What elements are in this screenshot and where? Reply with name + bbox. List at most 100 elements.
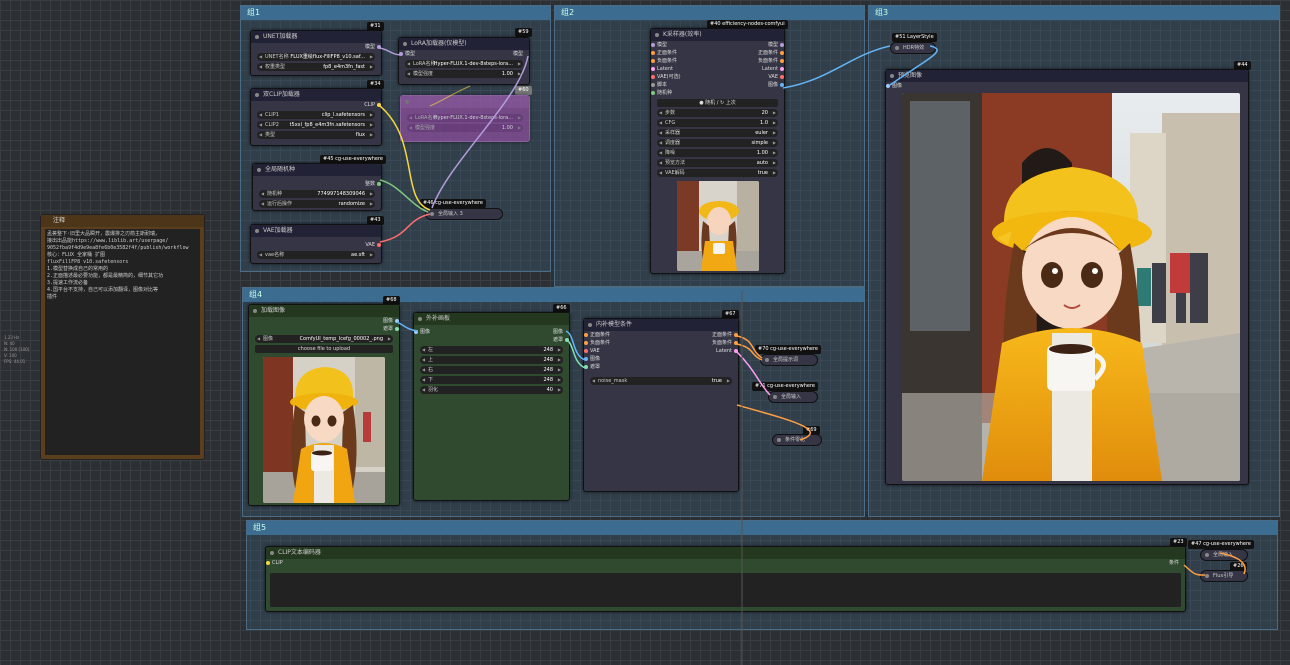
ksampler-widget[interactable]: 采样器euler xyxy=(657,129,778,137)
image-file-widget[interactable]: 图像ComfyUI_temp_lcefg_00002_.png xyxy=(255,335,393,343)
node-title: 加载图像 xyxy=(249,305,399,317)
pad-widget[interactable]: 羽化40 xyxy=(420,386,563,394)
node-badge: #71 cg-use-everywhere xyxy=(752,382,819,391)
output-mask[interactable]: 遮罩 xyxy=(414,336,569,344)
clip-text-encode-node[interactable]: CLIP文本编码器 CLIP 条件 xyxy=(265,546,1186,612)
note-node[interactable]: 注释 孟荟整下·旧里大品瞬开，震爆排之刃箭主斯耐瑞， 接出出品能https://… xyxy=(40,214,205,460)
control-after-generate-widget[interactable]: 运行后操作randomize xyxy=(259,200,375,208)
inpaint-input-port[interactable]: 负面条件 负面条件 xyxy=(584,339,738,347)
pad-widget[interactable]: 下248 xyxy=(420,376,563,384)
ksampler-widget[interactable]: 步数20 xyxy=(657,109,778,117)
pad-widgets: 左248 上248 右248 下248 羽化40 xyxy=(414,346,569,394)
inpaint-input-port[interactable]: 图像 xyxy=(584,355,738,363)
output-vae[interactable]: VAE xyxy=(251,241,381,249)
input-image-preview xyxy=(263,357,385,503)
model-strength-widget[interactable]: 模型强度1.00 xyxy=(407,124,523,132)
preview-thumbnail xyxy=(677,181,759,271)
seed-widget[interactable]: 随机种774997148309046 xyxy=(259,190,375,198)
weight-type-widget[interactable]: 权重类型fp8_e4m3fn_fast xyxy=(257,63,375,71)
inpaint-input-port[interactable]: 正面条件 正面条件 xyxy=(584,331,738,339)
inpaint-input-port[interactable]: VAE Latent xyxy=(584,347,738,355)
inpaint-input-port[interactable]: 遮罩 xyxy=(584,363,738,371)
inpaint-model-conditioning-node[interactable]: 内补模型条件 正面条件正面条件负面条件负面条件VAELatent图像遮罩 noi… xyxy=(583,318,739,492)
node-title: 双CLIP加载器 xyxy=(251,89,381,101)
node-badge: #59 xyxy=(515,28,532,37)
preview-image-node[interactable]: 预览图像 图像 xyxy=(885,69,1249,485)
pad-image-for-outpaint-node[interactable]: 外补画板 图像图像 遮罩 左248 上248 右248 下248 羽化40 xyxy=(413,312,570,501)
ksampler-preview-image xyxy=(677,181,759,271)
output-model[interactable]: 模型 xyxy=(251,43,381,51)
preview-output-image xyxy=(902,93,1240,481)
anything-everywhere-node[interactable]: 全局输入 3 xyxy=(425,208,503,220)
prompt-textarea[interactable] xyxy=(270,573,1181,607)
ksampler-port-row[interactable]: 脚本 图像 xyxy=(651,81,784,89)
seed-random-button[interactable]: ● 随机 / ↻ 上次 xyxy=(657,99,778,107)
node-badge: #51 LayerStyle xyxy=(892,33,937,42)
pad-widget[interactable]: 左248 xyxy=(420,346,563,354)
ksampler-port-row[interactable]: 模型 模型 xyxy=(651,41,784,49)
node-title: 外补画板 xyxy=(414,313,569,325)
node-title: 内补模型条件 xyxy=(584,319,738,331)
dual-clip-loader-node[interactable]: 双CLIP加载器 CLIP CLIP1clip_l.safetensors CL… xyxy=(250,88,382,146)
node-title: 全局随机种 xyxy=(253,164,381,176)
input-clip[interactable]: CLIP 条件 xyxy=(266,559,1185,567)
unet-loader-node[interactable]: UNET加载器 模型 UNET名称FLUX重绘flux-FillFP8_v10.… xyxy=(250,30,382,76)
group-title: 组1 xyxy=(241,6,550,20)
ksampler-port-row[interactable]: VAE(可选) VAE xyxy=(651,73,784,81)
ksampler-widget[interactable]: 预览方法auto xyxy=(657,159,778,167)
output-mask[interactable]: 遮罩 xyxy=(249,325,399,333)
note-text[interactable]: 孟荟整下·旧里大品瞬开，震爆排之刃箭主斯耐瑞， 接出出品能https://www… xyxy=(45,229,200,455)
note-title: 注释 xyxy=(41,215,204,227)
input-image[interactable]: 图像 图像 xyxy=(414,328,569,336)
lora-loader-node[interactable]: LoRA加载器(仅模型) 模型模型 LoRA名称Hyper-FLUX.1-dev… xyxy=(398,37,530,85)
conditioning-zero-out-node[interactable]: 条件零化 xyxy=(772,434,822,446)
clip-type-widget[interactable]: 类型flux xyxy=(257,131,375,139)
node-title xyxy=(401,96,529,108)
ksampler-port-row[interactable]: Latent Latent xyxy=(651,65,784,73)
flux-guidance-node[interactable]: Flux引导 xyxy=(1200,570,1248,582)
node-badge: #60 xyxy=(515,86,532,95)
load-image-node[interactable]: 加载图像 图像 遮罩 图像ComfyUI_temp_lcefg_00002_.p… xyxy=(248,304,400,506)
ksampler-widget[interactable]: 降噪1.00 xyxy=(657,149,778,157)
input-image-illustration xyxy=(263,357,385,503)
ksampler-port-row[interactable]: 随机种 xyxy=(651,89,784,97)
clip1-widget[interactable]: CLIP1clip_l.safetensors xyxy=(257,111,375,119)
group-title: 组5 xyxy=(247,521,1277,535)
group-title: 组4 xyxy=(243,288,864,302)
unet-name-widget[interactable]: UNET名称FLUX重绘flux-FillFP8_v10.saf... xyxy=(257,53,375,61)
global-seed-node[interactable]: 全局随机种 整数 随机种774997148309046 运行后操作randomi… xyxy=(252,163,382,211)
output-image[interactable]: 图像 xyxy=(249,317,399,325)
hdr-effect-node[interactable]: HDR特效 xyxy=(890,42,936,54)
node-title: CLIP文本编码器 xyxy=(266,547,1185,559)
anything-everywhere-prompts-node[interactable]: 全局提示词 xyxy=(760,354,818,366)
anything-everywhere-input-node[interactable]: 全局输入 xyxy=(768,391,818,403)
anything-everywhere-node[interactable]: 全局输入 xyxy=(1200,549,1248,561)
vae-loader-node[interactable]: VAE加载器 VAE vae名称ae.sft xyxy=(250,224,382,264)
node-title: UNET加载器 xyxy=(251,31,381,43)
node-badge: #70 cg-use-everywhere xyxy=(755,345,822,354)
output-clip[interactable]: CLIP xyxy=(251,101,381,109)
lora-loader-bypassed-node[interactable]: LoRA名称Hyper-FLUX.1-dev-8steps-lora... 模型… xyxy=(400,95,530,142)
noise-mask-toggle[interactable]: noise_masktrue xyxy=(590,377,732,385)
clip2-widget[interactable]: CLIP2t5xxl_fp8_e4m3fn.safetensors xyxy=(257,121,375,129)
ksampler-port-row[interactable]: 正面条件 正面条件 xyxy=(651,49,784,57)
lora-name-widget[interactable]: LoRA名称Hyper-FLUX.1-dev-8steps-lora... xyxy=(407,114,523,122)
upload-button[interactable]: choose file to upload xyxy=(255,345,393,353)
ksampler-efficient-node[interactable]: K采样器(效率) 模型 模型 正面条件 正面条件 负面条件 负面条件 Latent Laten… xyxy=(650,28,785,274)
output-int[interactable]: 整数 xyxy=(253,180,381,188)
input-image[interactable]: 图像 xyxy=(886,82,1248,90)
ksampler-widget[interactable]: CFG1.0 xyxy=(657,119,778,127)
input-model[interactable]: 模型 模型 xyxy=(399,50,529,58)
ksampler-widget[interactable]: VAE解码true xyxy=(657,169,778,177)
model-strength-widget[interactable]: 模型强度1.00 xyxy=(405,70,523,78)
canvas-stats: 1.23 Hz N: 40 N: 100 [100] V: 100 FPS: 4… xyxy=(4,335,30,364)
ksampler-port-row[interactable]: 负面条件 负面条件 xyxy=(651,57,784,65)
node-title: K采样器(效率) xyxy=(651,29,784,41)
node-title: LoRA加载器(仅模型) xyxy=(399,38,529,50)
vae-name-widget[interactable]: vae名称ae.sft xyxy=(257,251,375,259)
pad-widget[interactable]: 上248 xyxy=(420,356,563,364)
ksampler-widgets: 步数20 CFG1.0 采样器euler 调度器simple 降噪1.00 预览方法aut… xyxy=(651,109,784,177)
lora-name-widget[interactable]: LoRA名称Hyper-FLUX.1-dev-8steps-lora... xyxy=(405,60,523,68)
ksampler-widget[interactable]: 调度器simple xyxy=(657,139,778,147)
pad-widget[interactable]: 右248 xyxy=(420,366,563,374)
